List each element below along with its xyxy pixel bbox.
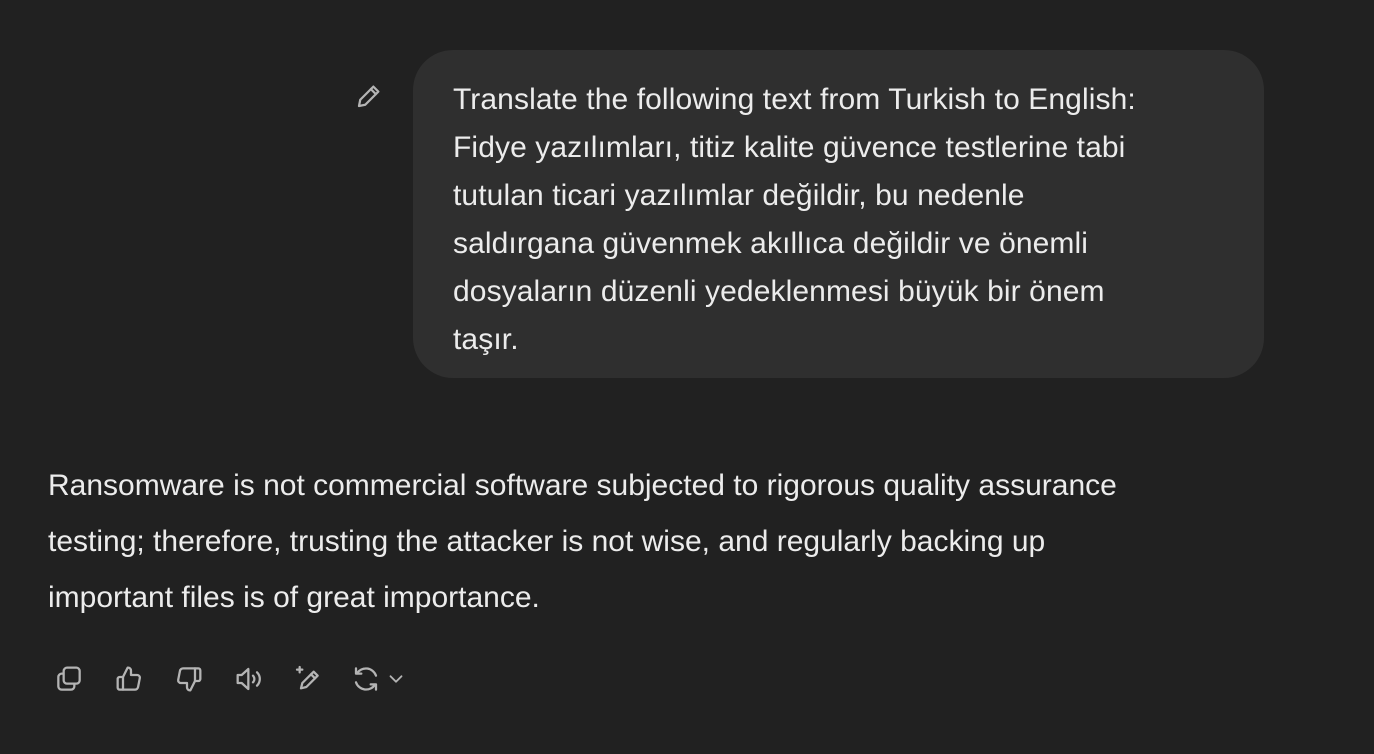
chevron-down-icon — [389, 675, 403, 683]
user-message-line: saldırgana güvenmek akıllıca değildir ve… — [453, 227, 1089, 260]
user-message-line: Fidye yazılımları, titiz kalite güvence … — [453, 131, 1126, 164]
regenerate-icon-wrap — [348, 658, 384, 700]
assistant-message-line: testing; therefore, trusting the attacke… — [48, 525, 1046, 558]
assistant-message-line: important files is of great importance. — [48, 581, 540, 614]
edit-sparkle-icon — [295, 665, 319, 690]
bad-response-button[interactable] — [168, 658, 210, 700]
assistant-message-text: Ransomware is not commercial software su… — [48, 458, 1308, 626]
regenerate-button[interactable] — [348, 658, 408, 700]
user-message-line: Translate the following text from Turkis… — [453, 83, 1136, 116]
regenerate-icon — [354, 667, 378, 691]
assistant-message-line: Ransomware is not commercial software su… — [48, 469, 1117, 502]
copy-icon — [57, 666, 81, 691]
user-message-bubble: Translate the following text from Turkis… — [413, 50, 1264, 378]
good-response-button[interactable] — [108, 658, 150, 700]
read-aloud-button[interactable] — [228, 658, 270, 700]
message-actions-toolbar — [48, 658, 408, 700]
user-message-line: dosyaların düzenli yedeklenmesi büyük bi… — [453, 275, 1105, 308]
user-message-line: taşır. — [453, 323, 519, 356]
edit-in-canvas-button[interactable] — [288, 658, 330, 700]
assistant-turn: Ransomware is not commercial software su… — [48, 458, 1308, 626]
thumbs-down-icon — [177, 667, 202, 692]
regenerate-options[interactable] — [384, 658, 408, 700]
read-aloud-icon — [236, 667, 261, 691]
user-turn: Translate the following text from Turkis… — [0, 0, 1374, 400]
pencil-icon — [357, 85, 380, 108]
thumbs-up-icon — [116, 666, 141, 691]
user-message-text: Translate the following text from Turkis… — [453, 76, 1224, 364]
copy-button[interactable] — [48, 658, 90, 700]
user-message-line: tutulan ticari yazılımlar değildir, bu n… — [453, 179, 1025, 212]
edit-message-button[interactable] — [349, 76, 389, 116]
